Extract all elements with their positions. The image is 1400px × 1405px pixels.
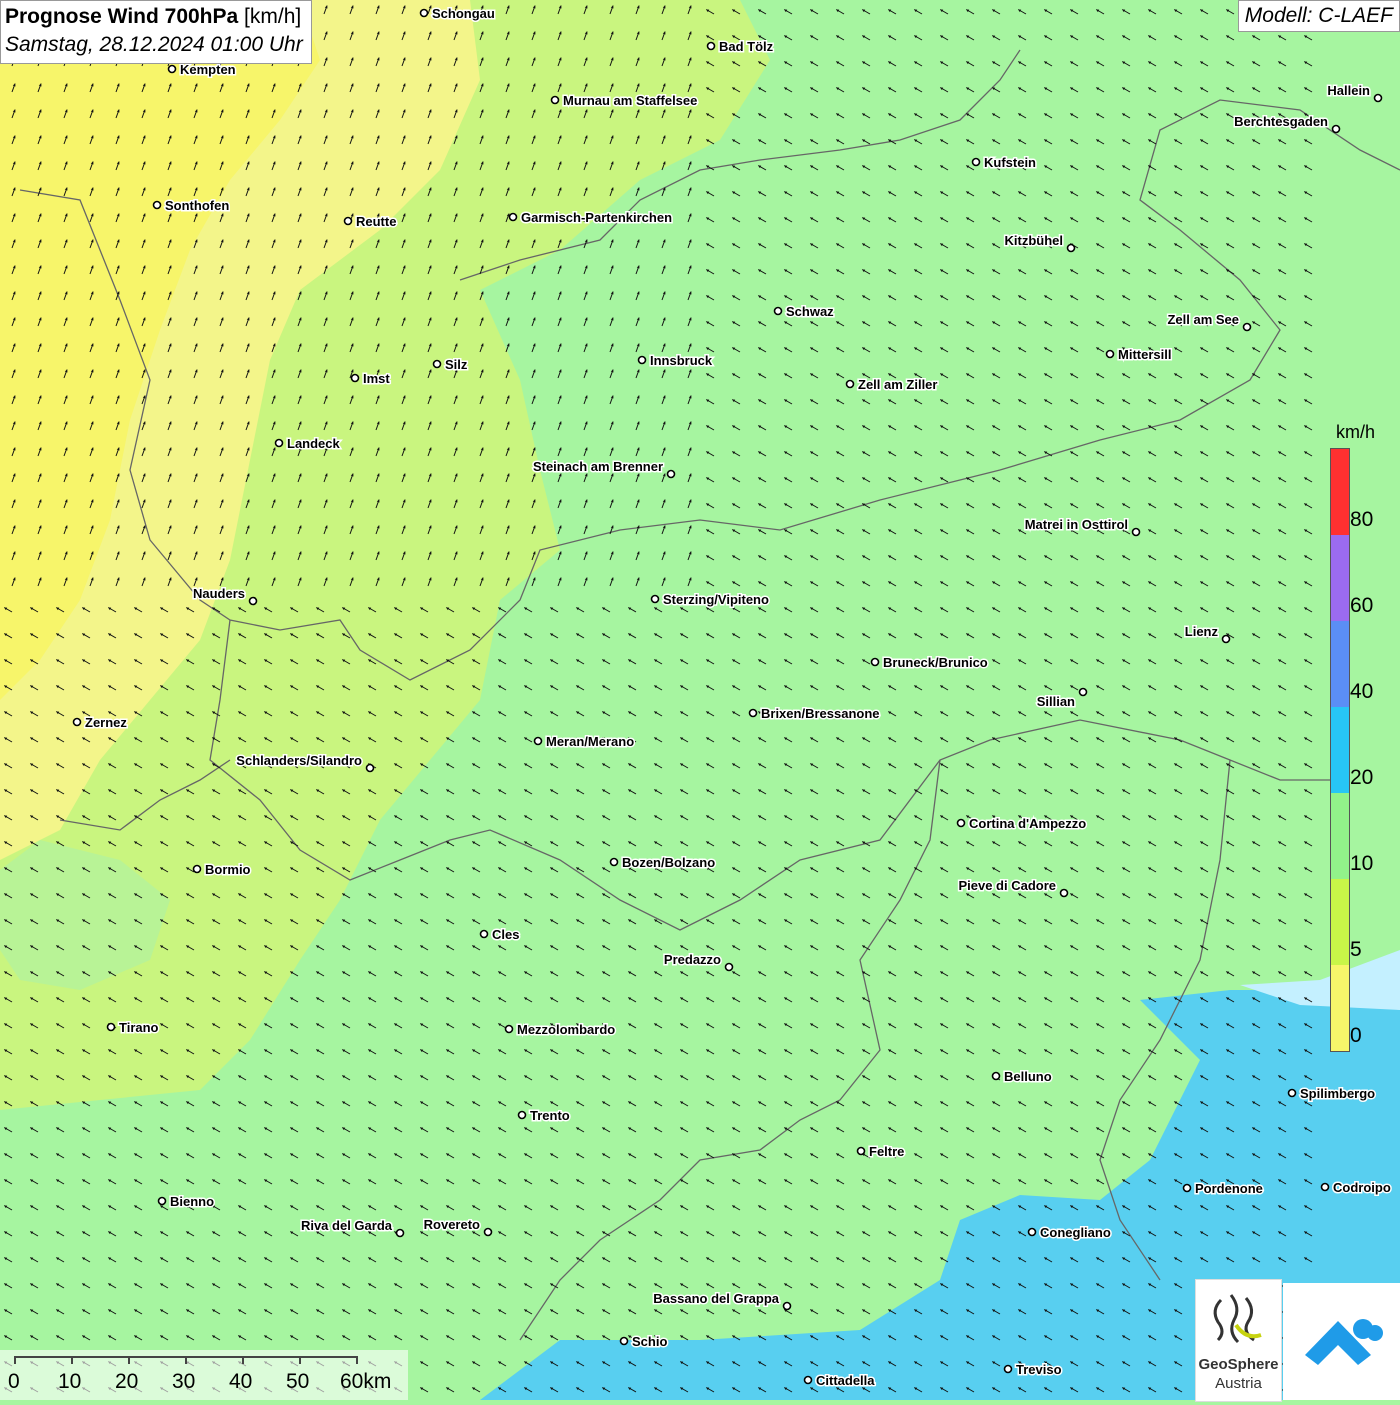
wind-map[interactable]: SchongauBad TölzKemptenMurnau am Staffel… [0, 0, 1400, 1400]
